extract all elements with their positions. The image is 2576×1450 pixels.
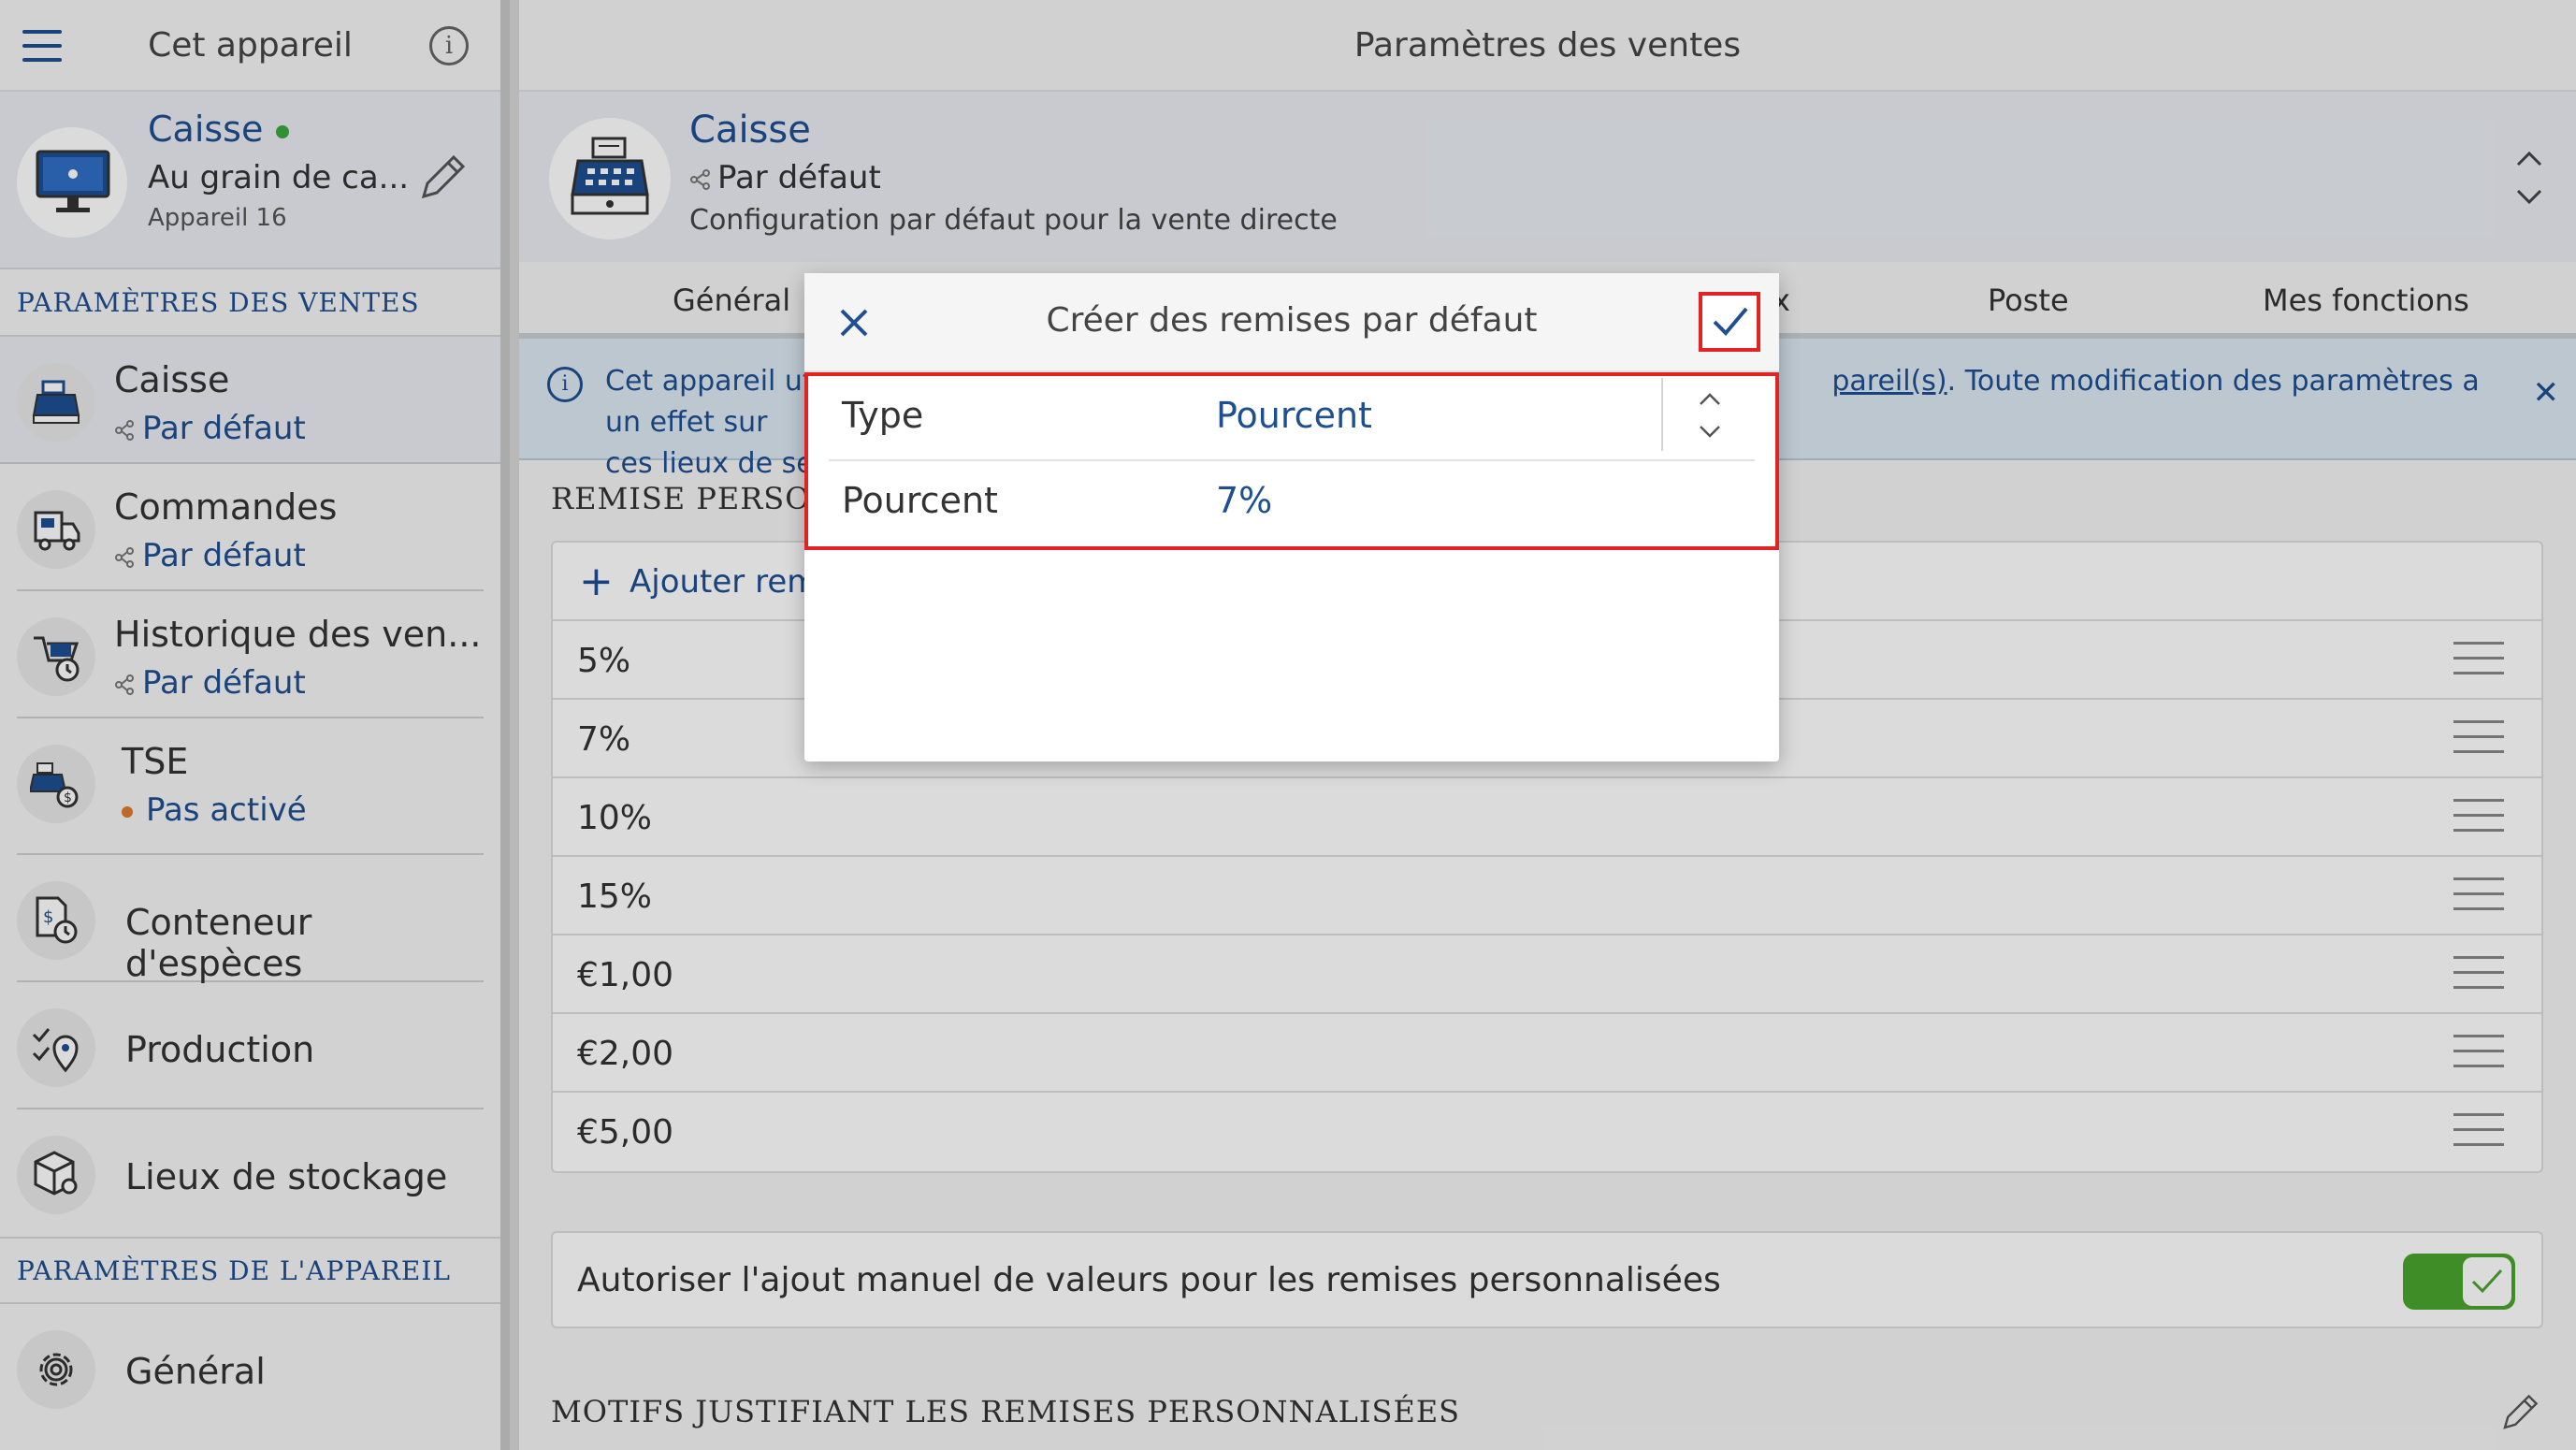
type-value: Pourcent <box>1216 395 1372 436</box>
up-down-chevron-icon <box>1700 393 1720 438</box>
dialog-header: Créer des remises par défaut <box>804 273 1779 372</box>
create-discount-dialog: Créer des remises par défaut Type Pource… <box>804 273 1779 761</box>
dialog-form: Type Pourcent Pourcent 7% <box>804 372 1779 550</box>
check-icon <box>1713 307 1748 336</box>
dialog-title: Créer des remises par défaut <box>1046 301 1538 340</box>
type-label: Type <box>842 395 924 436</box>
type-field[interactable]: Type Pourcent <box>829 376 1755 461</box>
percent-label: Pourcent <box>842 480 998 521</box>
percent-field[interactable]: Pourcent 7% <box>829 461 1755 546</box>
percent-value[interactable]: 7% <box>1216 480 1272 521</box>
type-selector[interactable] <box>1661 378 1755 451</box>
confirm-button[interactable] <box>1699 292 1760 352</box>
